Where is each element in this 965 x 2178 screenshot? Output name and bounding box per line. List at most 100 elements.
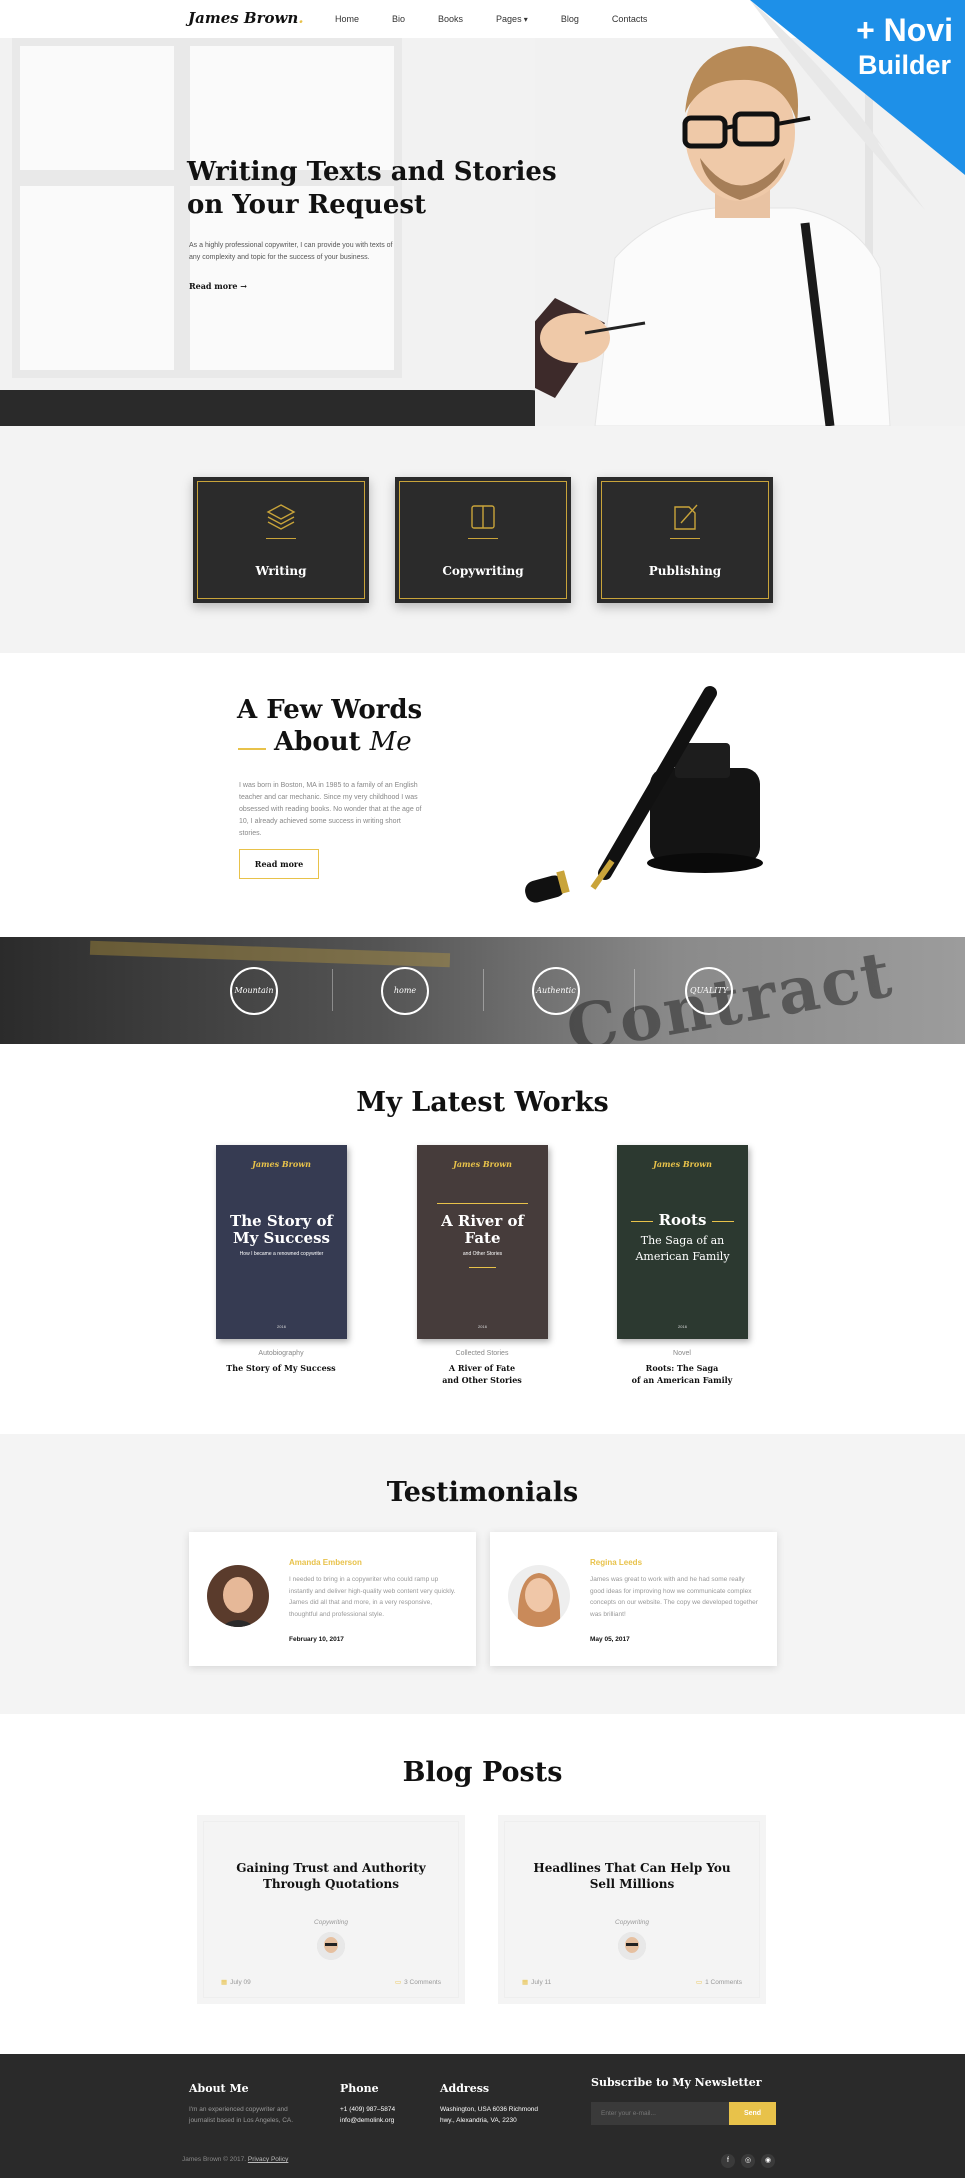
hero-text: As a highly professional copywriter, I c… <box>189 242 393 261</box>
author-avatar <box>317 1932 345 1960</box>
testimonial-text: James was great to work with and he had … <box>590 1576 758 1618</box>
phone-link[interactable]: +1 (409) 987–5874 <box>340 2104 395 2115</box>
service-card-copywriting[interactable]: Copywriting <box>395 477 571 603</box>
about-read-more-button[interactable]: Read more <box>239 849 319 879</box>
badge-divider <box>332 969 333 1011</box>
badge-divider <box>634 969 635 1011</box>
testimonials-title: Testimonials <box>386 1477 579 1508</box>
footer-address-title: Address <box>440 2082 490 2095</box>
footer-address: Washington, USA 6036 Richmond hwy., Alexa… <box>440 2106 539 2124</box>
blog-post-comments[interactable]: ▭ 1 Comments <box>696 1978 742 1986</box>
testimonial-name: Amanda Emberson <box>289 1558 362 1567</box>
about-text: I was born in Boston, MA in 1985 to a fa… <box>239 782 422 837</box>
works-title: My Latest Works <box>356 1087 609 1118</box>
window-pane <box>12 38 182 178</box>
badge-mountain: Mountain <box>230 967 278 1015</box>
testimonial-name: Regina Leeds <box>590 1558 643 1567</box>
blog-title: Blog Posts <box>402 1757 563 1788</box>
email-link[interactable]: info@demolink.org <box>340 2115 395 2126</box>
instagram-icon[interactable]: ◎ <box>741 2154 755 2168</box>
latest-works-section: My Latest Works James Brown The Story of… <box>0 1044 965 1434</box>
blog-post-title[interactable]: Gaining Trust and Authority Through Quota… <box>207 1860 455 1892</box>
layers-icon <box>266 504 296 530</box>
testimonial-date: February 10, 2017 <box>289 1636 344 1643</box>
about-title-line2: About Me <box>274 727 412 757</box>
badge-authentic: Authentic <box>532 967 580 1015</box>
comment-icon: ▭ <box>394 1979 402 1986</box>
service-label: Publishing <box>648 564 722 578</box>
pinterest-icon[interactable]: ◉ <box>761 2154 775 2168</box>
novi-badge-line2: Builder <box>857 50 951 80</box>
blog-post-date: ▦ July 09 <box>221 1979 251 1986</box>
book-cover[interactable]: James Brown Roots The Saga of an American… <box>617 1145 748 1339</box>
badges-strip: Contract Mountain home Authentic QUALITY <box>0 937 965 1044</box>
calendar-icon: ▦ <box>522 1979 529 1986</box>
service-card-publishing[interactable]: Publishing <box>597 477 773 603</box>
facebook-icon[interactable]: f <box>721 2154 735 2168</box>
book-icon <box>471 505 495 529</box>
edit-document-icon <box>674 504 698 530</box>
window-pane <box>12 178 182 378</box>
fountain-pen-image <box>525 686 763 903</box>
blog-post-category[interactable]: Copywriting <box>197 1919 465 1926</box>
nav-books[interactable]: Books <box>438 14 463 24</box>
book-category: Novel <box>673 1350 691 1357</box>
book-cover[interactable]: James Brown A River of Fate and Other St… <box>417 1145 548 1339</box>
copyright: James Brown © 2017. Privacy Policy <box>182 2156 289 2163</box>
blog-post-comments[interactable]: ▭ 3 Comments <box>395 1978 441 1986</box>
blog-post-card[interactable]: Gaining Trust and Authority Through Quota… <box>197 1815 465 2004</box>
pen-silhouette <box>89 940 451 968</box>
testimonial-date: May 05, 2017 <box>590 1636 630 1643</box>
testimonial-card: Regina Leeds James was great to work wit… <box>490 1532 777 1666</box>
book-category: Autobiography <box>258 1350 304 1357</box>
footer-about-title: About Me <box>189 2082 249 2095</box>
about-title: A Few Words <box>237 695 423 725</box>
avatar <box>207 1565 269 1627</box>
blog-post-card[interactable]: Headlines That Can Help You Sell Millions… <box>498 1815 766 2004</box>
avatar <box>508 1565 570 1627</box>
accent-dash <box>238 748 266 750</box>
about-section: A Few Words About Me I was born in Bosto… <box>0 653 965 937</box>
footer-contacts: +1 (409) 987–5874 info@demolink.org <box>340 2104 395 2126</box>
badge-home: home <box>381 967 429 1015</box>
book-cover[interactable]: James Brown The Story of My Success How … <box>216 1145 347 1339</box>
nav-pages[interactable]: Pages <box>496 14 528 24</box>
book-title[interactable]: Roots: The Saga of an American Family <box>592 1362 772 1386</box>
arrow-right-icon: → <box>240 281 247 291</box>
badge-divider <box>483 969 484 1011</box>
footer-about-text: I'm an experienced copywriter and journal… <box>189 2106 294 2124</box>
newsletter-send-button[interactable]: Send <box>729 2102 776 2125</box>
nav-home[interactable]: Home <box>335 14 359 24</box>
desk-arm <box>0 390 560 426</box>
service-label: Copywriting <box>442 564 524 578</box>
book-title[interactable]: The Story of My Success <box>191 1362 371 1374</box>
logo[interactable]: James Brown. <box>188 9 304 27</box>
nav-bio[interactable]: Bio <box>392 14 405 24</box>
blog-post-title[interactable]: Headlines That Can Help You Sell Millions <box>508 1860 756 1892</box>
nav-blog[interactable]: Blog <box>561 14 579 24</box>
blog-section: Blog Posts Gaining Trust and Authority Th… <box>0 1714 965 2054</box>
badge-quality: QUALITY <box>685 967 733 1015</box>
privacy-policy-link[interactable]: Privacy Policy <box>248 2156 288 2163</box>
service-card-writing[interactable]: Writing <box>193 477 369 603</box>
hero-read-more-link[interactable]: Read more → <box>189 281 247 291</box>
novi-badge-line1: + Novi <box>856 12 953 48</box>
testimonial-text: I needed to bring in a copywriter who co… <box>289 1576 456 1618</box>
calendar-icon: ▦ <box>221 1979 228 1986</box>
services-section: Writing Copywriting Publishing <box>0 426 965 653</box>
testimonials-section: Testimonials Amanda Emberson I needed to… <box>0 1434 965 1714</box>
author-avatar <box>618 1932 646 1960</box>
main-nav: Home Bio Books Pages Blog Contacts <box>335 14 680 24</box>
service-label: Writing <box>255 564 307 578</box>
blog-post-category[interactable]: Copywriting <box>498 1919 766 1926</box>
book-title[interactable]: A River of Fate and Other Stories <box>392 1362 572 1386</box>
hero-title: Writing Texts and Stories on Your Request <box>187 157 557 220</box>
blog-post-date: ▦ July 11 <box>522 1979 552 1986</box>
testimonial-card: Amanda Emberson I needed to bring in a c… <box>189 1532 476 1666</box>
newsletter-title: Subscribe to My Newsletter <box>591 2076 762 2089</box>
newsletter-email-input[interactable] <box>591 2102 729 2125</box>
book-category: Collected Stories <box>455 1350 509 1357</box>
comment-icon: ▭ <box>695 1979 703 1986</box>
site-footer: About Me I'm an experienced copywriter a… <box>0 2054 965 2178</box>
nav-contacts[interactable]: Contacts <box>612 14 648 24</box>
